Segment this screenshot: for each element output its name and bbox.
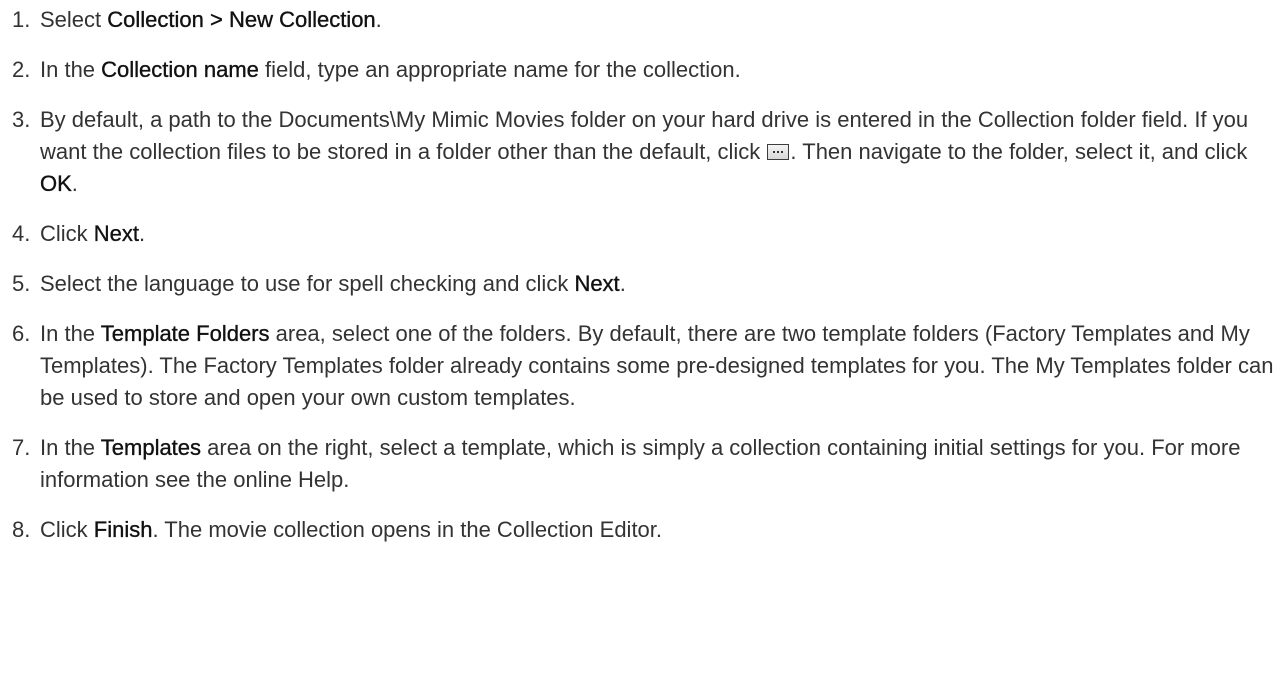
step-text-segment: . xyxy=(71,171,78,196)
step-text: Select the language to use for spell che… xyxy=(40,271,626,296)
ui-term: Collection name xyxy=(101,57,259,82)
step-text-segment: field, type an appropriate name for the … xyxy=(258,57,741,82)
step-number: 4. xyxy=(12,221,31,246)
step-text-segment: . Then navigate to the folder, select it… xyxy=(790,139,1248,164)
step-text: In the Templates area on the right, sele… xyxy=(40,435,1240,492)
step-item-8: 8. Click Finish. The movie collection ope… xyxy=(0,514,1278,546)
step-text: Select Collection > New Collection. xyxy=(40,7,382,32)
step-item-7: 7. In the Templates area on the right, se… xyxy=(0,432,1278,496)
step-text-segment: . xyxy=(375,7,382,32)
step-text-segment: In the xyxy=(40,435,101,460)
step-number: 6. xyxy=(12,321,31,346)
ui-term: Finish xyxy=(93,517,153,542)
step-text-segment: . xyxy=(619,271,626,296)
step-text-segment: area on the right, select a template, wh… xyxy=(40,435,1241,492)
step-number: 8. xyxy=(12,517,31,542)
step-item-6: 6. In the Template Folders area, select o… xyxy=(0,318,1278,414)
step-text-segment: In the xyxy=(40,57,102,82)
step-text: Click Finish. The movie collection opens… xyxy=(40,517,662,542)
step-text-segment: Select xyxy=(40,7,108,32)
step-item-3: 3. By default, a path to the Documents\My… xyxy=(0,104,1278,200)
step-number: 2. xyxy=(12,57,31,82)
step-text-segment: Click xyxy=(40,517,94,542)
ui-term: Next xyxy=(93,221,140,246)
step-number: 7. xyxy=(12,435,31,460)
step-text: By default, a path to the Documents\My M… xyxy=(40,107,1248,196)
step-text-segment: . xyxy=(139,221,146,246)
ui-term: OK xyxy=(40,171,72,196)
step-item-2: 2. In the Collection name field, type an … xyxy=(0,54,1278,86)
step-text: In the Collection name field, type an ap… xyxy=(40,57,741,82)
instruction-steps-list: 1. Select Collection > New Collection. 2. I… xyxy=(0,4,1278,546)
step-number: 3. xyxy=(12,107,31,132)
step-text: Click Next. xyxy=(40,221,145,246)
step-text-segment: Click xyxy=(40,221,94,246)
step-text-segment: Select the language to use for spell che… xyxy=(40,271,575,296)
step-text-segment: In the xyxy=(40,321,101,346)
browse-button-icon xyxy=(767,144,790,160)
step-number: 1. xyxy=(12,7,31,32)
step-text-segment: . The movie collection opens in the Coll… xyxy=(152,517,663,542)
step-number: 5. xyxy=(12,271,31,296)
step-item-4: 4. Click Next. xyxy=(0,218,1278,250)
ui-term: Next xyxy=(574,271,620,296)
step-text: In the Template Folders area, select one… xyxy=(40,321,1273,410)
step-item-1: 1. Select Collection > New Collection. xyxy=(0,4,1278,36)
step-item-5: 5. Select the language to use for spell c… xyxy=(0,268,1278,300)
ui-term: Collection > New Collection xyxy=(107,7,376,32)
ui-term: Template Folders xyxy=(100,321,270,346)
ui-term: Templates xyxy=(100,435,202,460)
